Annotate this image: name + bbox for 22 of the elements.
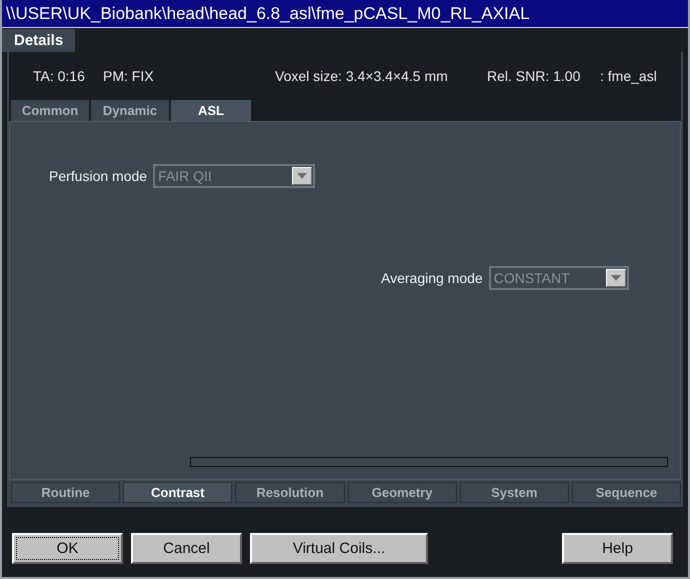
tab[interactable]: Contrast [123,482,232,503]
info-text: Voxel size: 3.4×3.4×4.5 mm [275,68,449,84]
info-text: Rel. SNR: 1.00 [487,68,582,84]
button[interactable]: Help [562,533,673,564]
tab[interactable]: Resolution [235,482,345,503]
info-text: : fme_asl [600,68,657,84]
window-title: \\USER\UK_Biobank\head\head_6.8_asl\fme_pCASL_M0_RL_AXIAL [2,0,688,28]
field-label: Averaging mode [381,270,483,286]
info-text: PM: FIX [103,68,155,84]
button[interactable]: OK [12,533,123,564]
button[interactable]: Cancel [131,533,242,564]
info-text: TA: 0:16 [33,68,86,84]
field-label: Perfusion mode [49,168,148,184]
tab[interactable]: Sequence [572,482,682,503]
tab[interactable]: System [460,482,569,503]
button[interactable]: Virtual Coils... [250,533,428,564]
tab[interactable]: Details [2,29,76,52]
tab[interactable]: ASL [171,100,251,121]
tab[interactable]: Dynamic [91,100,169,121]
tab[interactable]: Geometry [348,482,457,503]
tab[interactable]: Common [11,100,89,121]
tab[interactable]: Routine [11,482,120,503]
